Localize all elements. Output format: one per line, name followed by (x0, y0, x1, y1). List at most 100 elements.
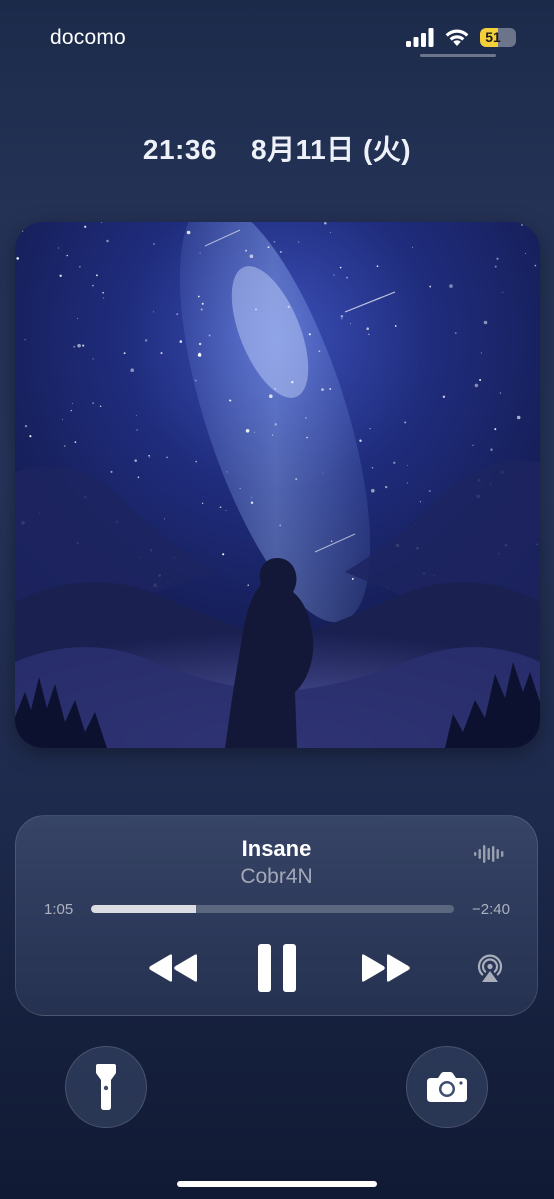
star (295, 478, 298, 481)
pause-button[interactable] (248, 938, 306, 998)
star (251, 497, 252, 498)
star (339, 266, 342, 269)
album-artwork[interactable] (15, 222, 540, 748)
star (428, 490, 431, 492)
lock-screen-clock: 21:36 8月11日 (火) (0, 128, 554, 168)
star (298, 241, 300, 243)
star (153, 243, 155, 245)
camera-icon (427, 1072, 467, 1102)
remaining-time: −2:40 (472, 901, 510, 918)
airplay-button[interactable] (472, 938, 508, 998)
star (166, 456, 168, 459)
star (195, 460, 197, 463)
star (21, 229, 24, 232)
star (71, 403, 73, 405)
star (148, 454, 150, 457)
star (429, 285, 432, 288)
battery-level: 51 (485, 28, 501, 45)
airplay-icon (477, 954, 503, 982)
star (322, 472, 324, 474)
star (247, 584, 249, 586)
star (102, 297, 105, 299)
star (351, 577, 354, 580)
rewind-button[interactable] (141, 938, 205, 998)
star (249, 254, 254, 259)
star (62, 419, 63, 420)
fast-forward-button[interactable] (354, 938, 418, 998)
star (525, 253, 526, 254)
star (534, 264, 537, 267)
star (226, 471, 228, 473)
playback-scrubber[interactable] (91, 905, 454, 913)
star (368, 333, 370, 336)
wifi-icon (445, 29, 469, 46)
star (521, 224, 523, 226)
star (393, 461, 396, 464)
status-bar: docomo 51 (0, 0, 554, 70)
elapsed-time: 1:05 (44, 901, 74, 918)
star (92, 402, 94, 404)
star (329, 388, 332, 390)
star (394, 325, 397, 327)
star (494, 265, 497, 268)
star (134, 459, 137, 462)
star (271, 434, 274, 436)
star (267, 246, 270, 249)
star (479, 378, 482, 382)
star (79, 265, 81, 268)
star (366, 327, 369, 330)
star (102, 291, 104, 294)
rewind-icon (149, 954, 197, 982)
star (136, 429, 138, 431)
star (176, 313, 179, 316)
star (350, 323, 352, 325)
waveform-icon[interactable] (474, 844, 504, 864)
star (77, 317, 78, 319)
star (123, 352, 126, 355)
star (222, 553, 225, 556)
star (369, 427, 371, 430)
star (239, 487, 241, 489)
star (279, 524, 282, 527)
star (483, 320, 488, 325)
star (385, 485, 388, 489)
star (250, 501, 254, 505)
star (110, 470, 113, 473)
status-icons: 51 (406, 25, 516, 49)
star (199, 252, 201, 254)
now-playing-widget[interactable]: Insane Cobr4N 1:05 −2:40 (15, 815, 538, 1016)
star (229, 399, 232, 402)
star (197, 295, 200, 298)
star (324, 222, 327, 225)
star (70, 410, 72, 412)
star (254, 431, 255, 433)
star (305, 417, 307, 419)
star (219, 506, 222, 509)
star (137, 476, 140, 479)
home-indicator[interactable] (177, 1181, 377, 1187)
star (274, 387, 277, 390)
star (186, 230, 191, 235)
cellular-signal-icon (406, 27, 434, 47)
star (208, 334, 211, 337)
star (73, 345, 75, 348)
star (29, 435, 32, 438)
star (474, 383, 479, 388)
star (84, 225, 87, 228)
star (499, 392, 502, 394)
star (160, 352, 163, 355)
star (329, 232, 331, 234)
star (341, 318, 343, 320)
star (406, 464, 408, 466)
star (201, 302, 204, 305)
star (92, 284, 94, 287)
star (321, 388, 324, 391)
battery-indicator: 51 (480, 27, 516, 47)
playback-controls (16, 938, 537, 998)
star (376, 265, 379, 268)
camera-button[interactable] (406, 1046, 488, 1128)
flashlight-button[interactable] (65, 1046, 147, 1128)
star (287, 305, 290, 309)
star (404, 421, 407, 424)
star (269, 394, 273, 398)
